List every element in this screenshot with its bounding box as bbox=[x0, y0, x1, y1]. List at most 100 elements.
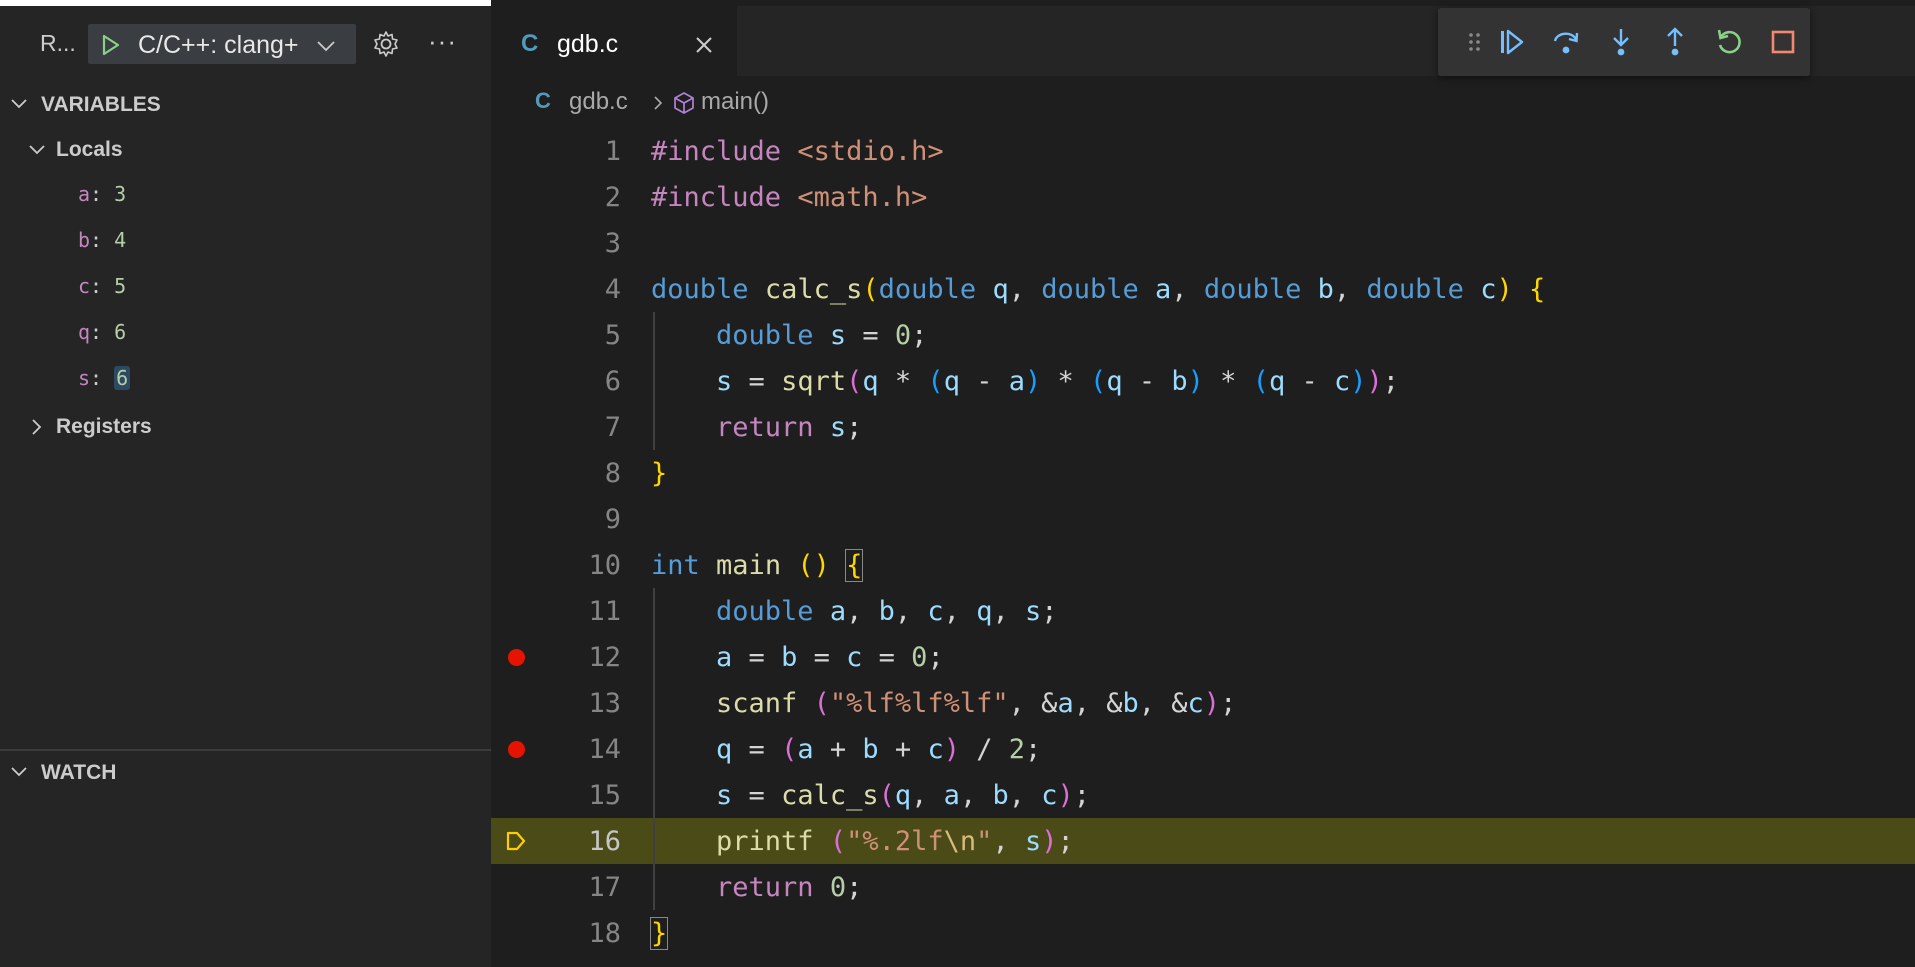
breakpoint-icon[interactable] bbox=[508, 741, 525, 758]
code-text[interactable]: a = b = c = 0; bbox=[651, 642, 944, 673]
line-number[interactable]: 16 bbox=[541, 826, 621, 857]
code-text[interactable]: printf ("%.2lf\n", s); bbox=[651, 826, 1074, 857]
line-number[interactable]: 12 bbox=[541, 642, 621, 673]
code-token: ) bbox=[1496, 274, 1513, 305]
line-number[interactable]: 11 bbox=[541, 596, 621, 627]
code-token: c bbox=[1187, 688, 1204, 719]
gear-icon[interactable] bbox=[370, 28, 402, 60]
tab-label[interactable]: gdb.c bbox=[557, 30, 618, 59]
line-number[interactable]: 13 bbox=[541, 688, 621, 719]
code-text[interactable]: return s; bbox=[651, 412, 862, 443]
code-line[interactable]: 13 scanf ("%lf%lf%lf", &a, &b, &c); bbox=[491, 680, 1915, 726]
code-text[interactable]: s = sqrt(q * (q - a) * (q - b) * (q - c)… bbox=[651, 366, 1399, 397]
breakpoint-icon[interactable] bbox=[508, 649, 525, 666]
variable-item-q[interactable]: q: 6 bbox=[78, 320, 126, 356]
restart-icon[interactable] bbox=[1712, 25, 1746, 59]
debug-sidebar: R... C/C++: clang+ ··· VARIABLES Locals … bbox=[0, 0, 491, 967]
code-token: ( bbox=[862, 274, 879, 305]
code-line[interactable]: 10 int main () { bbox=[491, 542, 1915, 588]
code-token: - bbox=[1122, 366, 1172, 397]
code-token: double bbox=[878, 274, 977, 305]
line-number[interactable]: 2 bbox=[541, 182, 621, 213]
code-line[interactable]: 2 #include <math.h> bbox=[491, 174, 1915, 220]
line-number[interactable]: 6 bbox=[541, 366, 621, 397]
code-line[interactable]: 18} bbox=[491, 910, 1915, 956]
section-divider[interactable] bbox=[0, 749, 491, 751]
code-token: { bbox=[1529, 274, 1546, 305]
code-line[interactable]: 8} bbox=[491, 450, 1915, 496]
debug-toolbar: R... C/C++: clang+ ··· bbox=[0, 16, 491, 72]
line-number[interactable]: 17 bbox=[541, 872, 621, 903]
line-number[interactable]: 10 bbox=[541, 550, 621, 581]
step-out-icon[interactable] bbox=[1658, 25, 1692, 59]
breadcrumb-symbol[interactable]: main() bbox=[701, 88, 769, 116]
code-text[interactable]: #include <stdio.h> bbox=[651, 136, 944, 167]
step-over-icon[interactable] bbox=[1549, 25, 1583, 59]
drag-handle-icon[interactable] bbox=[1458, 25, 1492, 59]
line-number[interactable]: 18 bbox=[541, 918, 621, 949]
code-token: ( bbox=[878, 780, 895, 811]
line-number[interactable]: 7 bbox=[541, 412, 621, 443]
breadcrumb-file[interactable]: gdb.c bbox=[569, 88, 628, 116]
code-text[interactable]: #include <math.h> bbox=[651, 182, 927, 213]
continue-icon[interactable] bbox=[1494, 25, 1528, 59]
variable-item-b[interactable]: b: 4 bbox=[78, 228, 126, 264]
variable-item-s[interactable]: s: 6 bbox=[78, 366, 131, 402]
code-token: ; bbox=[1073, 780, 1091, 811]
code-text[interactable]: return 0; bbox=[651, 872, 862, 903]
code-line[interactable]: 5 double s = 0; bbox=[491, 312, 1915, 358]
code-token: c bbox=[1333, 366, 1351, 397]
chevron-down-icon[interactable] bbox=[314, 34, 338, 58]
code-text[interactable]: int main () { bbox=[651, 549, 864, 582]
code-line[interactable]: 11 double a, b, c, q, s; bbox=[491, 588, 1915, 634]
variable-item-c[interactable]: c: 5 bbox=[78, 274, 126, 310]
code-line[interactable]: 16 printf ("%.2lf\n", s); bbox=[491, 818, 1915, 864]
code-token: , bbox=[911, 780, 944, 811]
code-line[interactable]: 3 bbox=[491, 220, 1915, 266]
line-number[interactable]: 8 bbox=[541, 458, 621, 489]
code-line[interactable]: 15 s = calc_s(q, a, b, c); bbox=[491, 772, 1915, 818]
code-line[interactable]: 1 #include <stdio.h> bbox=[491, 128, 1915, 174]
code-token: a bbox=[829, 596, 847, 627]
watch-section-header[interactable]: WATCH bbox=[0, 752, 491, 792]
line-number[interactable]: 5 bbox=[541, 320, 621, 351]
stop-icon[interactable] bbox=[1766, 25, 1800, 59]
code-text[interactable]: double calc_s(double q, double a, double… bbox=[651, 274, 1545, 305]
code-line[interactable]: 4 double calc_s(double q, double a, doubl… bbox=[491, 266, 1915, 312]
start-debugging-icon[interactable] bbox=[98, 33, 122, 57]
close-icon[interactable] bbox=[693, 34, 715, 56]
code-line[interactable]: 17 return 0; bbox=[491, 864, 1915, 910]
variable-name: a bbox=[78, 182, 91, 206]
line-number[interactable]: 9 bbox=[541, 504, 621, 535]
line-number[interactable]: 1 bbox=[541, 136, 621, 167]
code-line[interactable]: 12 a = b = c = 0; bbox=[491, 634, 1915, 680]
code-token: 0 bbox=[829, 872, 847, 903]
code-text[interactable]: s = calc_s(q, a, b, c); bbox=[651, 780, 1090, 811]
code-line[interactable]: 7 return s; bbox=[491, 404, 1915, 450]
variable-item-a[interactable]: a: 3 bbox=[78, 182, 126, 218]
code-text[interactable]: double s = 0; bbox=[651, 320, 927, 351]
code-text[interactable]: scanf ("%lf%lf%lf", &a, &b, &c); bbox=[651, 688, 1236, 719]
code-token: b bbox=[992, 780, 1009, 811]
variables-section-header[interactable]: VARIABLES bbox=[0, 84, 491, 124]
step-into-icon[interactable] bbox=[1604, 25, 1638, 59]
line-number[interactable]: 15 bbox=[541, 780, 621, 811]
line-number[interactable]: 14 bbox=[541, 734, 621, 765]
code-text[interactable]: } bbox=[649, 917, 669, 950]
code-text[interactable]: } bbox=[651, 458, 667, 489]
code-text[interactable]: double a, b, c, q, s; bbox=[651, 596, 1057, 627]
code-line[interactable]: 14 q = (a + b + c) / 2; bbox=[491, 726, 1915, 772]
code-line[interactable]: 9 bbox=[491, 496, 1915, 542]
code-line[interactable]: 6 s = sqrt(q * (q - a) * (q - b) * (q - … bbox=[491, 358, 1915, 404]
code-token: main bbox=[716, 550, 782, 581]
launch-config-select[interactable]: C/C++: clang+ bbox=[88, 24, 356, 64]
code-text[interactable]: q = (a + b + c) / 2; bbox=[651, 734, 1041, 765]
launch-config-label[interactable]: C/C++: clang+ bbox=[138, 31, 299, 60]
line-number[interactable]: 3 bbox=[541, 228, 621, 259]
code-token: s bbox=[1024, 596, 1042, 627]
tab-gdb-c[interactable]: C gdb.c bbox=[491, 6, 737, 82]
line-number[interactable]: 4 bbox=[541, 274, 621, 305]
more-actions-icon[interactable]: ··· bbox=[428, 26, 457, 57]
